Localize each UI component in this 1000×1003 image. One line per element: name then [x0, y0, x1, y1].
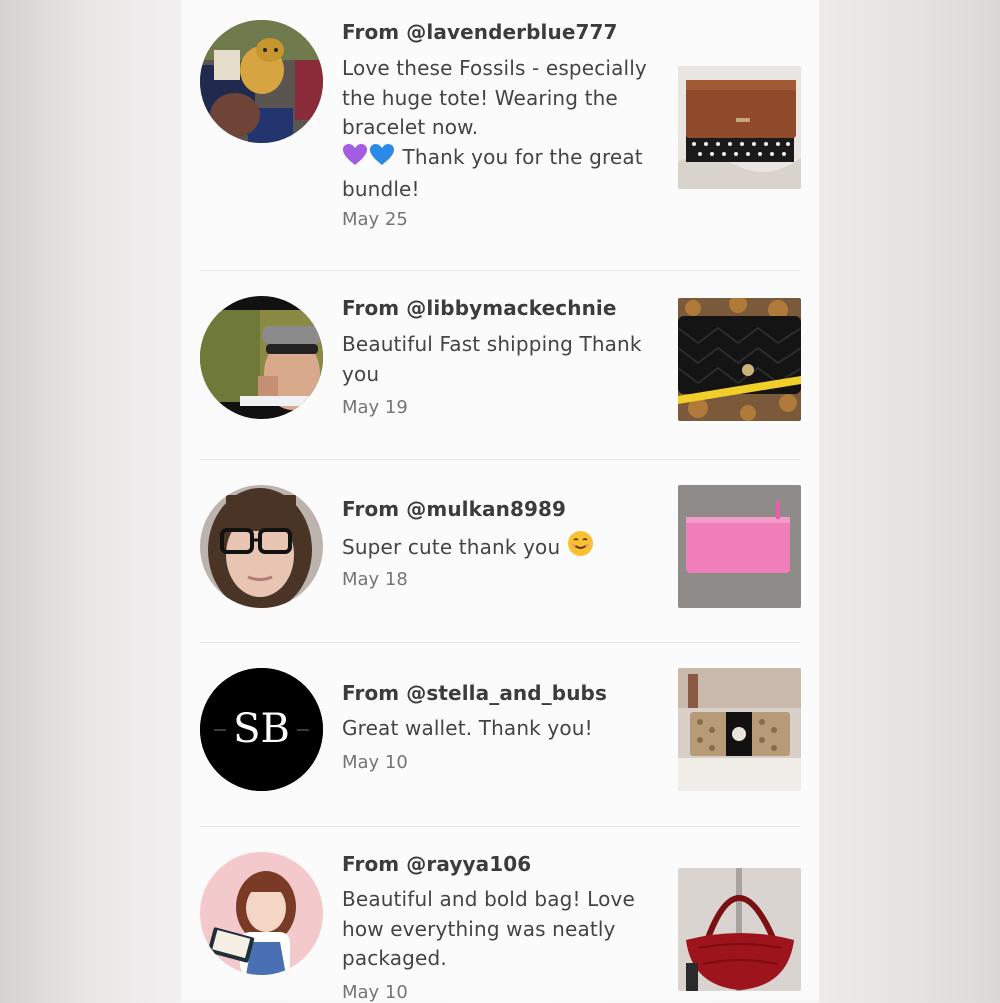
- listing-thumbnail[interactable]: [678, 868, 801, 991]
- reviewer-username[interactable]: From @mulkan8989: [342, 497, 566, 521]
- divider: [200, 270, 800, 271]
- avatar[interactable]: [200, 485, 323, 608]
- review-date: May 25: [342, 209, 408, 230]
- avatar-image: [200, 296, 323, 419]
- reviewer-username[interactable]: From @lavenderblue777: [342, 20, 618, 44]
- smiling-face-icon: [567, 530, 594, 566]
- avatar-initials: SB: [233, 706, 290, 752]
- review-message: Love these Fossils - especially the huge…: [342, 54, 662, 205]
- review-text: Super cute thank you: [342, 535, 561, 559]
- review-date: May 10: [342, 752, 408, 773]
- reviews-panel: From @lavenderblue777 Love these Fossils…: [182, 0, 819, 1003]
- wallet-photo: [678, 485, 801, 608]
- avatar[interactable]: [200, 852, 323, 975]
- review-date: May 18: [342, 569, 408, 590]
- avatar[interactable]: [200, 296, 323, 419]
- reviewer-username[interactable]: From @libbymackechnie: [342, 296, 617, 320]
- reviewer-username[interactable]: From @stella_and_bubs: [342, 681, 607, 705]
- listing-thumbnail[interactable]: [678, 298, 801, 421]
- reviewer-username[interactable]: From @rayya106: [342, 852, 531, 876]
- blue-heart-icon: [368, 143, 396, 176]
- listing-thumbnail[interactable]: [678, 668, 801, 791]
- review-message: Super cute thank you: [342, 530, 702, 566]
- listing-thumbnail[interactable]: [678, 485, 801, 608]
- review-date: May 19: [342, 397, 408, 418]
- sb-logo: SB: [200, 668, 323, 791]
- avatar-image: [200, 485, 323, 608]
- avatar[interactable]: SB: [200, 668, 323, 791]
- review-message: Great wallet. Thank you!: [342, 716, 593, 740]
- purple-heart-icon: [342, 143, 368, 176]
- avatar[interactable]: [200, 20, 323, 143]
- divider: [200, 826, 800, 827]
- divider: [200, 459, 800, 460]
- review-text: Love these Fossils - especially the huge…: [342, 56, 647, 139]
- avatar-image: [200, 852, 323, 975]
- avatar-image: [200, 20, 323, 143]
- listing-thumbnail[interactable]: [678, 66, 801, 189]
- review-message: Beautiful Fast shipping Thank you: [342, 332, 642, 386]
- wallet-photo: [678, 66, 801, 189]
- divider: [200, 642, 800, 643]
- bag-photo: [678, 868, 801, 991]
- review-message: Beautiful and bold bag! Love how everyth…: [342, 887, 635, 970]
- wallet-photo: [678, 668, 801, 791]
- wallet-photo: [678, 298, 801, 421]
